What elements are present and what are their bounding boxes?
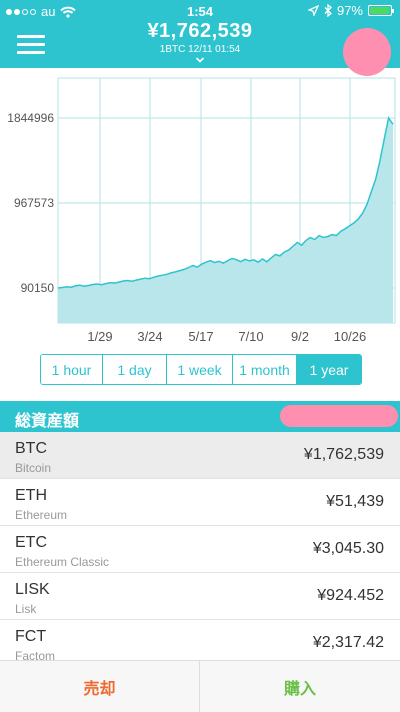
coin-symbol: BTC xyxy=(15,440,47,457)
time-range-selector: 1 hour 1 day 1 week 1 month 1 year xyxy=(40,354,362,385)
coin-value: ¥1,762,539 xyxy=(303,446,384,463)
coin-list: BTC Bitcoin ¥1,762,539 ETH Ethereum ¥51,439 ET… xyxy=(0,432,400,667)
x-tick-label: 10/26 xyxy=(334,329,367,344)
battery-percent: 97% xyxy=(336,3,363,18)
price-chart-svg: 1/29 3/24 5/17 7/10 9/2 10/26 1844996 967573 901… xyxy=(7,77,396,344)
coin-name: Bitcoin xyxy=(15,461,52,475)
range-option-1-hour[interactable]: 1 hour xyxy=(41,355,103,384)
price-chart: 1/29 3/24 5/17 7/10 9/2 10/26 1844996 967573 901… xyxy=(0,68,400,348)
coin-value: ¥2,317.42 xyxy=(312,634,384,651)
coin-symbol: LISK xyxy=(15,581,50,598)
coin-row[interactable]: ETC Ethereum Classic ¥3,045.30 xyxy=(0,526,400,573)
price-timestamp: 1BTC 12/11 01:54 xyxy=(159,44,241,55)
assets-title: 総資産額 xyxy=(15,413,80,430)
coin-symbol: FCT xyxy=(15,628,47,645)
x-tick-label: 1/29 xyxy=(87,329,112,344)
coin-name: Ethereum Classic xyxy=(15,555,110,569)
range-option-1-day[interactable]: 1 day xyxy=(103,355,167,384)
y-tick-label: 967573 xyxy=(14,196,54,210)
battery-icon xyxy=(368,5,394,16)
assets-header: 総資産額 xyxy=(0,401,400,432)
chart-area-fill xyxy=(58,118,393,323)
x-tick-label: 3/24 xyxy=(137,329,162,344)
bluetooth-icon xyxy=(324,4,332,17)
range-option-1-month[interactable]: 1 month xyxy=(233,355,297,384)
coin-row[interactable]: LISK Lisk ¥924.452 xyxy=(0,573,400,620)
y-tick-label: 1844996 xyxy=(7,111,54,125)
chevron-down-icon[interactable] xyxy=(195,56,205,64)
coin-name: Ethereum xyxy=(15,508,68,522)
status-bar: au 1:54 97% xyxy=(0,0,400,22)
coin-value: ¥3,045.30 xyxy=(312,540,384,557)
coin-symbol: ETC xyxy=(15,534,47,551)
buy-button[interactable]: 購入 xyxy=(200,661,400,712)
bottom-actions: 売却 購入 xyxy=(0,660,400,712)
btc-price: ¥1,762,539 xyxy=(147,20,253,42)
assets-total-redacted xyxy=(280,405,398,427)
range-option-1-week[interactable]: 1 week xyxy=(167,355,233,384)
coin-name: Lisk xyxy=(15,602,37,616)
sell-button[interactable]: 売却 xyxy=(0,661,200,712)
coin-row[interactable]: BTC Bitcoin ¥1,762,539 xyxy=(0,432,400,479)
top-header: au 1:54 97% ¥1,762,539 1BTC 12/11 01:54 xyxy=(0,0,400,76)
x-tick-label: 5/17 xyxy=(188,329,213,344)
battery-fill xyxy=(370,7,390,14)
range-option-1-year[interactable]: 1 year xyxy=(297,355,361,384)
coin-symbol: ETH xyxy=(15,487,47,504)
x-tick-label: 9/2 xyxy=(291,329,309,344)
coin-row[interactable]: ETH Ethereum ¥51,439 xyxy=(0,479,400,526)
coin-value: ¥51,439 xyxy=(326,493,384,510)
x-tick-label: 7/10 xyxy=(238,329,263,344)
y-tick-label: 90150 xyxy=(21,281,55,295)
location-arrow-icon xyxy=(307,5,319,16)
status-right: 97% xyxy=(307,3,394,18)
coin-value: ¥924.452 xyxy=(317,587,384,604)
